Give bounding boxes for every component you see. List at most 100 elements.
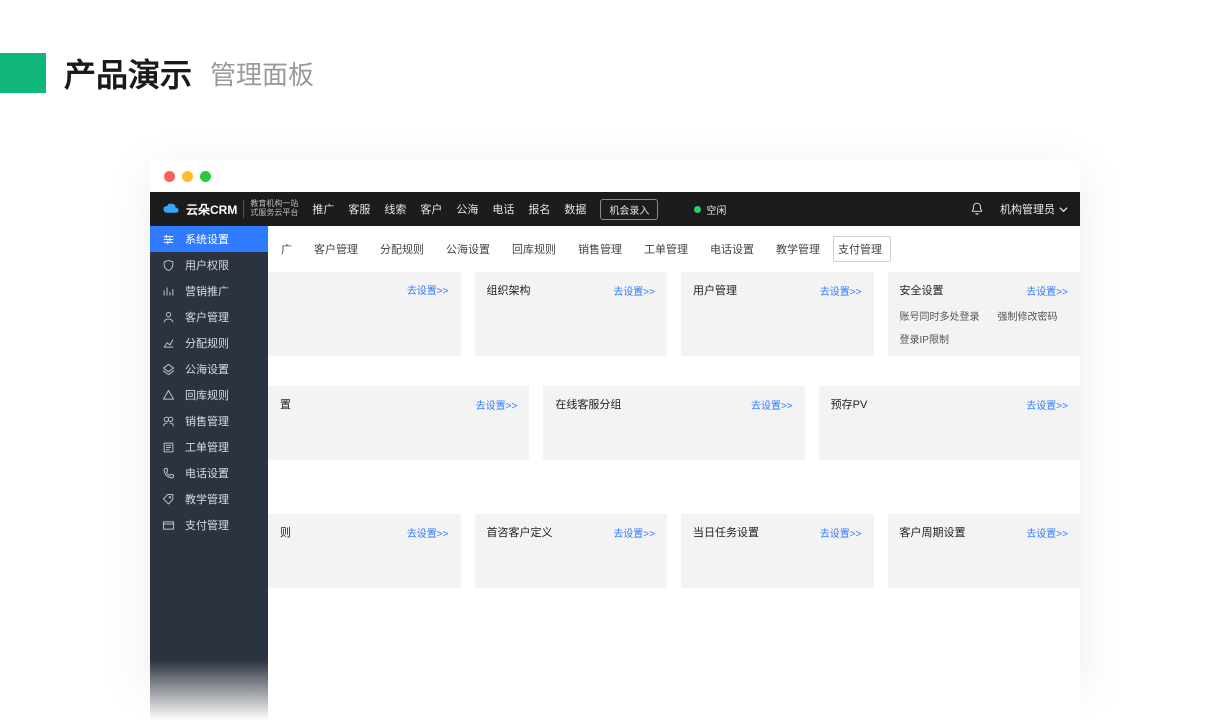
sidebar-item[interactable]: 工单管理 (150, 434, 268, 460)
sub-tab[interactable]: 教学管理 (767, 236, 829, 262)
card-title: 置 (280, 396, 291, 412)
go-settings-link[interactable]: 去设置>> (1026, 525, 1068, 540)
go-settings-link[interactable]: 去设置>> (751, 397, 793, 412)
app-header: 云朵CRM 教育机构一站 式服务云平台 推广客服线索客户公海电话报名数据 机会录… (150, 192, 1080, 226)
nav-item[interactable]: 客服 (348, 201, 370, 217)
sales-icon (162, 415, 175, 428)
sidebar-item[interactable]: 营销推广 (150, 278, 268, 304)
card-title: 当日任务设置 (693, 524, 759, 540)
sidebar-item[interactable]: 电话设置 (150, 460, 268, 486)
sub-tab[interactable]: 广 (272, 236, 301, 262)
main-content: 广客户管理分配规则公海设置回库规则销售管理工单管理电话设置教学管理支付管理 去设… (268, 226, 1080, 720)
app-body: 系统设置用户权限营销推广客户管理分配规则公海设置回库规则销售管理工单管理电话设置… (150, 226, 1080, 720)
status-indicator: 空闲 (694, 202, 726, 217)
shield-icon (162, 259, 175, 272)
settings-card: 在线客服分组 去设置>> (543, 386, 804, 460)
phone-icon (162, 467, 175, 480)
cards-row: 则去设置>>首咨客户定义去设置>>当日任务设置去设置>>客户周期设置去设置>> (268, 514, 1080, 588)
window-titlebar (150, 160, 1080, 192)
sidebar-item-label: 支付管理 (185, 517, 229, 533)
cards-row: 去设置>>组织架构去设置>>用户管理去设置>>安全设置去设置>>账号同时多处登录… (268, 272, 1080, 356)
page-subtitle: 管理面板 (210, 55, 314, 92)
sidebar-item[interactable]: 系统设置 (150, 226, 268, 252)
sidebar-item[interactable]: 支付管理 (150, 512, 268, 538)
status-label: 空闲 (706, 202, 726, 217)
sidebar-item-label: 回库规则 (185, 387, 229, 403)
nav-item[interactable]: 客户 (420, 201, 442, 217)
sidebar-item[interactable]: 销售管理 (150, 408, 268, 434)
close-dot-icon[interactable] (164, 171, 175, 182)
sub-tab[interactable]: 分配规则 (371, 236, 433, 262)
sidebar-item-label: 公海设置 (185, 361, 229, 377)
chevron-down-icon (1059, 205, 1068, 214)
page-title: 产品演示 (64, 50, 192, 96)
go-settings-link[interactable]: 去设置>> (820, 525, 862, 540)
sidebar-item-label: 系统设置 (185, 231, 229, 247)
ticket-icon (162, 441, 175, 454)
go-settings-link[interactable]: 去设置>> (613, 525, 655, 540)
app-window: 云朵CRM 教育机构一站 式服务云平台 推广客服线索客户公海电话报名数据 机会录… (150, 160, 1080, 720)
sidebar-item[interactable]: 客户管理 (150, 304, 268, 330)
maximize-dot-icon[interactable] (200, 171, 211, 182)
go-settings-link[interactable]: 去设置>> (1026, 397, 1068, 412)
sidebar-item[interactable]: 分配规则 (150, 330, 268, 356)
settings-card: 首咨客户定义 去设置>> (475, 514, 668, 588)
sidebar-item-label: 客户管理 (185, 309, 229, 325)
user-menu[interactable]: 机构管理员 (1000, 201, 1068, 217)
card-title: 安全设置 (900, 282, 944, 298)
go-settings-link[interactable]: 去设置>> (820, 283, 862, 298)
sidebar-item-label: 电话设置 (185, 465, 229, 481)
sidebar-item-label: 用户权限 (185, 257, 229, 273)
sidebar-item-label: 教学管理 (185, 491, 229, 507)
tabs-row: 广客户管理分配规则公海设置回库规则销售管理工单管理电话设置教学管理支付管理 (268, 226, 1080, 272)
settings-card: 则去设置>> (268, 514, 461, 588)
settings-card: 预存PV去设置>> (819, 386, 1080, 460)
nav-item[interactable]: 推广 (312, 201, 334, 217)
logo-tagline: 教育机构一站 式服务云平台 (243, 200, 298, 218)
sidebar-item-label: 分配规则 (185, 335, 229, 351)
sub-tab[interactable]: 客户管理 (305, 236, 367, 262)
user-name: 机构管理员 (1000, 201, 1055, 217)
sub-tab[interactable]: 电话设置 (701, 236, 763, 262)
bell-icon[interactable] (970, 202, 984, 216)
nav-item[interactable]: 数据 (564, 201, 586, 217)
user-icon (162, 311, 175, 324)
settings-card: 当日任务设置 去设置>> (681, 514, 874, 588)
rule-icon (162, 337, 175, 350)
go-settings-link[interactable]: 去设置>> (1026, 283, 1068, 298)
settings-card: 用户管理去设置>> (681, 272, 874, 356)
sub-tab[interactable]: 支付管理 (833, 236, 891, 262)
pool-icon (162, 363, 175, 376)
nav-item[interactable]: 公海 (456, 201, 478, 217)
go-settings-link[interactable]: 去设置>> (613, 283, 655, 298)
sidebar-item[interactable]: 公海设置 (150, 356, 268, 382)
go-settings-link[interactable]: 去设置>> (407, 525, 449, 540)
sub-tab[interactable]: 工单管理 (635, 236, 697, 262)
nav-item[interactable]: 电话 (492, 201, 514, 217)
sidebar-item-label: 销售管理 (185, 413, 229, 429)
settings-card: 组织架构 去设置>> (475, 272, 668, 356)
cards-container: 去设置>>组织架构去设置>>用户管理去设置>>安全设置去设置>>账号同时多处登录… (268, 272, 1080, 588)
sub-tab[interactable]: 回库规则 (503, 236, 565, 262)
sidebar-item[interactable]: 教学管理 (150, 486, 268, 512)
return-icon (162, 389, 175, 402)
sub-tab[interactable]: 公海设置 (437, 236, 499, 262)
card-title: 在线客服分组 (555, 396, 621, 412)
card-title: 组织架构 (487, 282, 531, 298)
card-title: 首咨客户定义 (487, 524, 553, 540)
nav-item[interactable]: 线索 (384, 201, 406, 217)
go-settings-link[interactable]: 去设置>> (476, 397, 518, 412)
sidebar-item-label: 营销推广 (185, 283, 229, 299)
status-dot-icon (694, 206, 701, 213)
go-settings-link[interactable]: 去设置>> (407, 282, 449, 297)
card-items: 账号同时多处登录强制修改密码登录IP限制 (900, 308, 1069, 346)
nav-item[interactable]: 报名 (528, 201, 550, 217)
card-icon (162, 519, 175, 532)
sidebar-item[interactable]: 用户权限 (150, 252, 268, 278)
sub-tab[interactable]: 销售管理 (569, 236, 631, 262)
logo-area: 云朵CRM 教育机构一站 式服务云平台 (162, 200, 298, 218)
sidebar-item[interactable]: 回库规则 (150, 382, 268, 408)
record-entry-button[interactable]: 机会录入 (600, 199, 658, 220)
minimize-dot-icon[interactable] (182, 171, 193, 182)
card-item: 账号同时多处登录 (900, 308, 980, 323)
